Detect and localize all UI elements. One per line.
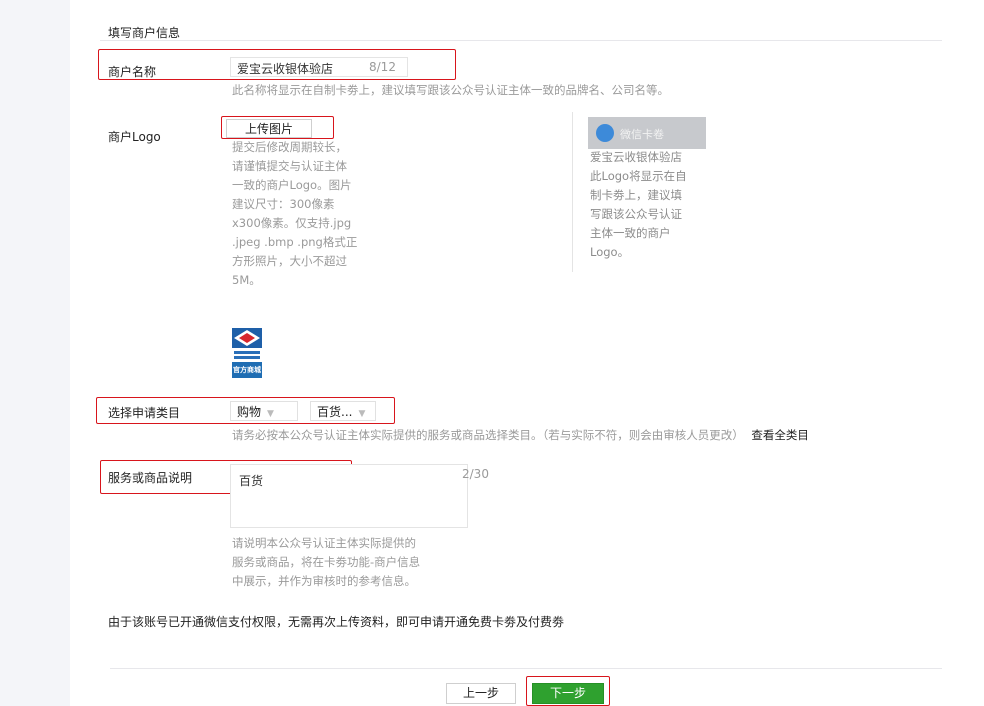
merchant-logo-image: 官方商城 — [230, 326, 264, 380]
preview-line: Logo。 — [590, 245, 630, 259]
chevron-down-icon: ▼ — [358, 409, 366, 419]
logo-hint: 提交后修改周期较长， 请谨慎提交与认证主体 一致的商户Logo。图片 建议尺寸：… — [232, 138, 402, 290]
card-preview-header: 微信卡卷 — [588, 117, 706, 149]
chevron-down-icon: ▼ — [267, 409, 274, 419]
wechat-card-logo-icon — [596, 124, 614, 142]
preview-divider — [572, 112, 573, 272]
category-select-secondary[interactable]: 百货... ▼ — [310, 401, 376, 421]
category-select-primary[interactable]: 购物 ▼ — [230, 401, 298, 421]
preview-line: 写跟该公众号认证 — [590, 207, 682, 221]
category-label: 选择申请类目 — [108, 406, 181, 420]
service-desc-hint: 请说明本公众号认证主体实际提供的 服务或商品，将在卡劵功能-商户信息 中展示，并… — [232, 534, 472, 591]
preview-line: 主体一致的商户 — [590, 226, 671, 240]
preview-line: 此Logo将显示在自 — [590, 169, 687, 183]
category-select-primary-value: 购物 — [237, 405, 262, 419]
service-hint-line: 中展示，并作为审核时的参考信息。 — [232, 574, 416, 588]
service-desc-counter: 2/30 — [462, 467, 489, 481]
category-select-secondary-value: 百货... — [317, 405, 353, 419]
card-preview-text: 爱宝云收银体验店 此Logo将显示在自 制卡劵上，建议填 写跟该公众号认证 主体… — [590, 148, 730, 262]
upload-image-button[interactable]: 上传图片 — [226, 119, 312, 138]
section-title: 填写商户信息 — [108, 26, 181, 40]
preview-line: 爱宝云收银体验店 — [590, 150, 682, 164]
merchant-name-counter: 8/12 — [369, 60, 396, 74]
logo-hint-line: 5M。 — [232, 273, 261, 287]
preview-line: 制卡劵上，建议填 — [590, 188, 682, 202]
prev-step-button[interactable]: 上一步 — [446, 683, 516, 704]
title-divider — [100, 40, 942, 41]
card-preview-title: 微信卡卷 — [620, 128, 664, 141]
service-desc-textarea[interactable]: 百货 — [230, 464, 468, 528]
logo-hint-line: .jpeg .bmp .png格式正 — [232, 235, 358, 249]
logo-hint-line: 建议尺寸：300像素 — [232, 197, 335, 211]
service-hint-line: 服务或商品，将在卡劵功能-商户信息 — [232, 555, 421, 569]
logo-hint-line: 请谨慎提交与认证主体 — [232, 159, 347, 173]
logo-hint-line: 提交后修改周期较长， — [232, 140, 347, 154]
service-hint-line: 请说明本公众号认证主体实际提供的 — [232, 536, 416, 550]
logo-hint-line: 方形照片，大小不超过 — [232, 254, 347, 268]
service-desc-label: 服务或商品说明 — [108, 471, 193, 485]
category-hint: 请务必按本公众号认证主体实际提供的服务或商品选择类目。（若与实际不符，则会由审核… — [232, 426, 809, 445]
merchant-name-input[interactable]: 爱宝云收银体验店 8/12 — [230, 57, 408, 77]
merchant-name-hint: 此名称将显示在自制卡劵上，建议填写跟该公众号认证主体一致的品牌名、公司名等。 — [232, 83, 669, 97]
logo-caption: 官方商城 — [233, 366, 261, 374]
next-step-button[interactable]: 下一步 — [532, 683, 604, 704]
logo-hint-line: 一致的商户Logo。图片 — [232, 178, 352, 192]
merchant-name-value: 爱宝云收银体验店 — [237, 62, 334, 76]
form-panel: 填写商户信息 商户名称 爱宝云收银体验店 8/12 此名称将显示在自制卡劵上，建… — [70, 0, 984, 706]
merchant-name-label: 商户名称 — [108, 65, 157, 79]
category-hint-text: 请务必按本公众号认证主体实际提供的服务或商品选择类目。（若与实际不符，则会由审核… — [232, 428, 744, 442]
view-all-categories-link[interactable]: 查看全类目 — [751, 428, 809, 442]
service-desc-value: 百货 — [239, 474, 264, 488]
footer-divider — [110, 668, 942, 669]
payment-notice: 由于该账号已开通微信支付权限，无需再次上传资料，即可申请开通免费卡劵及付费劵 — [108, 615, 565, 629]
logo-hint-line: x300像素。仅支持.jpg — [232, 216, 352, 230]
merchant-logo-label: 商户Logo — [108, 130, 161, 144]
